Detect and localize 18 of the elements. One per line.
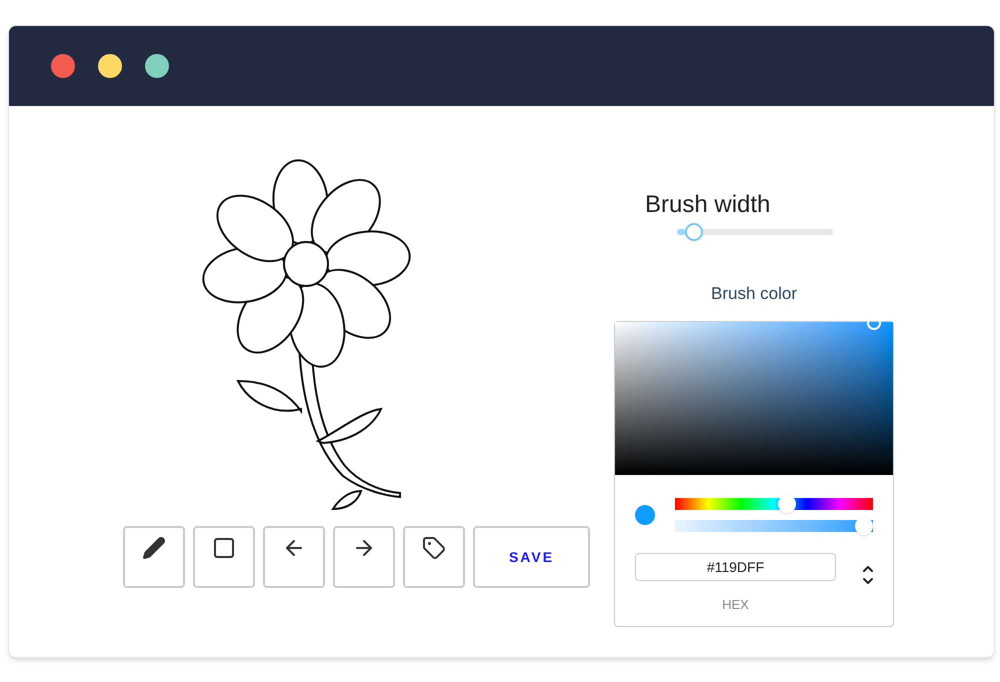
tool-button[interactable] xyxy=(123,526,185,588)
format-label: HEX xyxy=(722,596,749,614)
color-swatch xyxy=(635,504,655,524)
alpha-thumb[interactable] xyxy=(855,516,873,534)
save-button[interactable]: SAVE xyxy=(473,526,590,588)
brush-color-label: Brush color xyxy=(710,283,798,305)
hue-thumb[interactable] xyxy=(778,494,796,512)
square-icon xyxy=(212,536,236,560)
hue-slider[interactable] xyxy=(675,494,873,512)
brush-width-label: Brush width xyxy=(645,191,772,219)
slider-thumb[interactable] xyxy=(685,223,704,241)
hex-input-field[interactable]: #119DFF xyxy=(635,552,836,580)
tag-icon xyxy=(422,536,446,560)
brush-width-slider[interactable] xyxy=(677,223,833,241)
tool-button[interactable] xyxy=(403,526,465,588)
alpha-slider[interactable] xyxy=(675,516,873,534)
tool-button[interactable] xyxy=(193,526,255,588)
pencil-icon xyxy=(142,536,166,560)
